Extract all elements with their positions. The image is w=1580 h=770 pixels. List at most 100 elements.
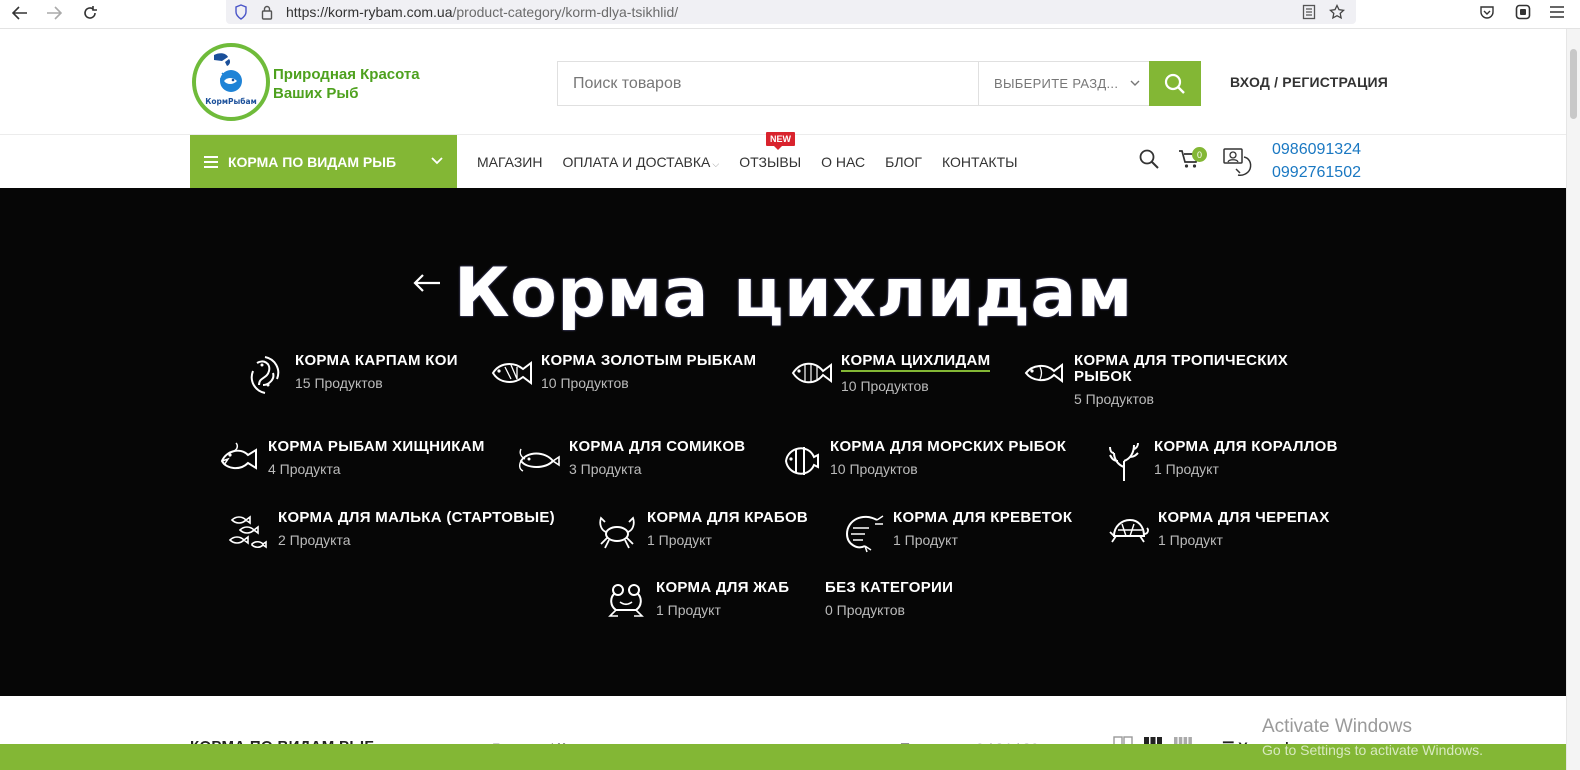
catfish-icon	[518, 448, 560, 472]
windows-activation-watermark: Activate Windows Go to Settings to activ…	[1262, 716, 1483, 758]
category-name: КОРМА ДЛЯ КОРАЛЛОВ	[1154, 438, 1338, 455]
category-count: 1 Продукт	[656, 602, 721, 618]
cichlid-icon	[791, 362, 832, 384]
search-form: ВЫБЕРИТЕ РАЗД...	[557, 61, 1201, 106]
search-icon[interactable]	[1139, 149, 1159, 174]
logo-badge-text: КормРыбам	[205, 97, 257, 106]
category-menu-button[interactable]: КОРМА ПО ВИДАМ РЫБ	[190, 135, 457, 188]
fry-fish-icon	[228, 515, 267, 549]
site-header: КормРыбам Природная Красота Ваших Рыб ВЫ…	[0, 29, 1566, 135]
new-badge: NEW	[766, 132, 795, 150]
nav-item-contacts[interactable]: КОНТАКТЫ	[942, 154, 1018, 170]
activate-windows-subtitle: Go to Settings to activate Windows.	[1262, 742, 1483, 758]
category-count: 1 Продукт	[647, 532, 712, 548]
extension-icon[interactable]	[1512, 2, 1534, 22]
category-select[interactable]: ВЫБЕРИТЕ РАЗД...	[978, 62, 1148, 105]
main-navigation: КОРМА ПО ВИДАМ РЫБ МАГАЗИН ОПЛАТА И ДОСТ…	[0, 132, 1566, 188]
page-title: Корма цихлидам	[454, 254, 1133, 333]
logo-tagline: Природная Красота Ваших Рыб	[273, 65, 420, 103]
site-logo[interactable]: КормРыбам	[192, 43, 270, 121]
predator-fish-icon	[220, 442, 257, 470]
nav-item-payment-delivery-label: ОПЛАТА И ДОСТАВКА	[562, 153, 711, 170]
category-menu-label: КОРМА ПО ВИДАМ РЫБ	[228, 153, 397, 170]
coral-icon	[1109, 442, 1139, 481]
category-select-label: ВЫБЕРИТЕ РАЗД...	[994, 76, 1119, 91]
category-name: КОРМА ЗОЛОТЫМ РЫБКАМ	[541, 352, 757, 369]
search-icon	[1164, 73, 1185, 94]
nav-item-payment-delivery[interactable]: ОПЛАТА И ДОСТАВКА ⌵	[562, 154, 719, 170]
category-count: 5 Продуктов	[1074, 391, 1154, 407]
category-name: БЕЗ КАТЕГОРИИ	[825, 579, 954, 596]
chevron-down-icon	[1130, 78, 1140, 89]
category-tropical[interactable]: КОРМА ДЛЯ ТРОПИЧЕСКИХ РЫБОК 5 Продуктов	[1022, 353, 1288, 407]
category-goldfish[interactable]: КОРМА ЗОЛОТЫМ РЫБКАМ 10 Продуктов	[489, 353, 756, 393]
page-scrollbar[interactable]	[1566, 29, 1580, 770]
category-marine[interactable]: КОРМА ДЛЯ МОРСКИХ РЫБОК 10 Продуктов	[778, 439, 1066, 483]
category-name: КОРМА ДЛЯ КРАБОВ	[647, 509, 809, 526]
category-name: КОРМА ДЛЯ МАЛЬКА (СТАРТОВЫЕ)	[278, 509, 555, 526]
reader-view-icon[interactable]	[1298, 2, 1320, 22]
nav-item-about[interactable]: О НАС	[821, 154, 865, 170]
phone-number-2[interactable]: 0992761502	[1272, 164, 1361, 182]
tropical-fish-icon	[1024, 363, 1063, 383]
turtle-icon	[1109, 518, 1149, 543]
frog-icon	[608, 584, 644, 617]
category-turtles[interactable]: КОРМА ДЛЯ ЧЕРЕПАХ 1 Продукт	[1106, 510, 1330, 552]
category-name-line2: РЫБОК	[1074, 368, 1132, 385]
category-count: 1 Продукт	[1154, 461, 1219, 477]
logo-tagline-line2: Ваших Рыб	[273, 85, 359, 102]
category-corals[interactable]: КОРМА ДЛЯ КОРАЛЛОВ 1 Продукт	[1102, 439, 1338, 483]
category-name: КОРМА ЦИХЛИДАМ	[841, 353, 991, 372]
scrollbar-thumb[interactable]	[1570, 49, 1577, 119]
koi-icon	[250, 356, 280, 394]
category-name: КОРМА ДЛЯ ЖАБ	[656, 579, 790, 596]
marine-fish-icon	[784, 447, 819, 475]
phone-number-1[interactable]: 0986091324	[1272, 141, 1361, 159]
shield-icon[interactable]	[230, 2, 252, 22]
address-bar[interactable]: https://korm-rybam.com.ua/product-catego…	[226, 0, 1356, 24]
url-text: https://korm-rybam.com.ua/product-catego…	[286, 4, 679, 20]
category-predators[interactable]: КОРМА РЫБАМ ХИЩНИКАМ 4 Продукта	[216, 439, 485, 481]
lock-icon[interactable]	[256, 2, 278, 22]
menu-icon[interactable]	[1546, 2, 1568, 22]
crab-icon	[599, 516, 635, 549]
category-koi[interactable]: КОРМА КАРПАМ КОИ 15 Продуктов	[243, 353, 458, 397]
back-icon[interactable]	[8, 2, 32, 24]
category-count: 0 Продуктов	[825, 602, 905, 618]
browser-toolbar: https://korm-rybam.com.ua/product-catego…	[0, 0, 1580, 29]
category-count: 1 Продукт	[1158, 532, 1223, 548]
category-count: 2 Продукта	[278, 532, 351, 548]
category-name-line1: КОРМА ДЛЯ ТРОПИЧЕСКИХ	[1074, 352, 1289, 369]
category-count: 10 Продуктов	[541, 375, 629, 391]
nav-item-blog[interactable]: БЛОГ	[885, 154, 922, 170]
chevron-down-icon: ⌵	[712, 158, 720, 169]
forward-icon[interactable]	[42, 2, 66, 24]
category-count: 10 Продуктов	[841, 378, 929, 394]
category-crabs[interactable]: КОРМА ДЛЯ КРАБОВ 1 Продукт	[595, 510, 808, 552]
chevron-down-icon	[431, 152, 443, 168]
category-count: 1 Продукт	[893, 532, 958, 548]
reload-icon[interactable]	[78, 2, 102, 24]
nav-item-shop[interactable]: МАГАЗИН	[477, 154, 542, 170]
category-frogs[interactable]: КОРМА ДЛЯ ЖАБ 1 Продукт	[604, 580, 789, 622]
search-input[interactable]	[558, 62, 978, 105]
shrimp-icon	[845, 515, 884, 553]
back-arrow-icon[interactable]	[412, 272, 442, 299]
category-shrimp[interactable]: КОРМА ДЛЯ КРЕВЕТОК 1 Продукт	[841, 510, 1072, 554]
category-cichlids[interactable]: КОРМА ЦИХЛИДАМ 10 Продуктов	[789, 353, 991, 394]
category-count: 3 Продукта	[569, 461, 642, 477]
category-name: КОРМА ДЛЯ МОРСКИХ РЫБОК	[830, 438, 1067, 455]
pocket-icon[interactable]	[1476, 2, 1498, 22]
login-register-link[interactable]: ВХОД / РЕГИСТРАЦИЯ	[1230, 74, 1388, 90]
category-count: 15 Продуктов	[295, 375, 383, 391]
search-button[interactable]	[1149, 61, 1201, 106]
activate-windows-title: Activate Windows	[1262, 716, 1412, 737]
category-uncategorized[interactable]: БЕЗ КАТЕГОРИИ 0 Продуктов	[817, 579, 954, 619]
bookmark-star-icon[interactable]	[1326, 2, 1348, 22]
nav-item-reviews[interactable]: ОТЗЫВЫ	[739, 154, 801, 170]
category-name: КОРМА ДЛЯ КРЕВЕТОК	[893, 509, 1073, 526]
category-fry[interactable]: КОРМА ДЛЯ МАЛЬКА (СТАРТОВЫЕ) 2 Продукта	[226, 510, 555, 552]
category-name: КОРМА РЫБАМ ХИЩНИКАМ	[268, 438, 485, 455]
category-catfish[interactable]: КОРМА ДЛЯ СОМИКОВ 3 Продукта	[517, 439, 745, 479]
category-count: 10 Продуктов	[830, 461, 918, 477]
